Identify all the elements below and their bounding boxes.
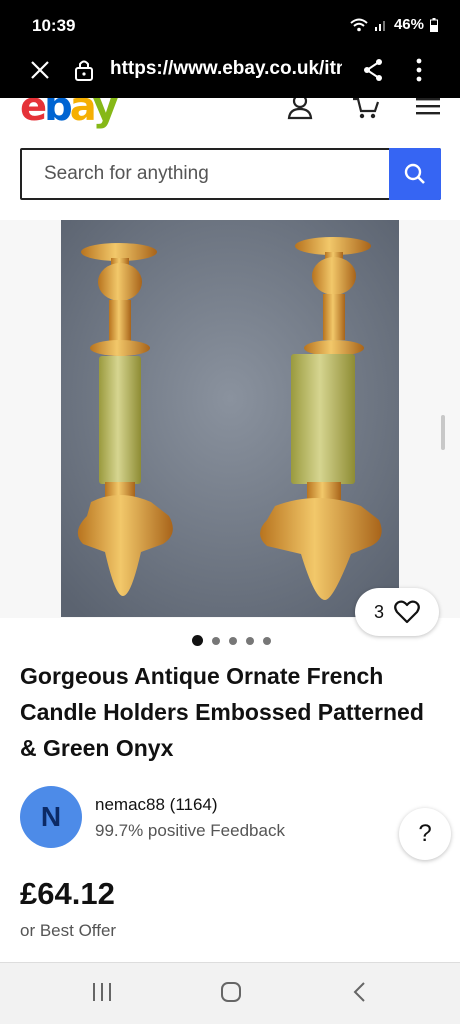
battery-icon: [430, 17, 438, 32]
listing-title: Gorgeous Antique Ornate French Candle Ho…: [20, 663, 424, 761]
battery-percent: 46%: [393, 16, 424, 33]
status-bar: 10:39 46%: [0, 0, 460, 50]
share-icon[interactable]: [362, 58, 384, 82]
menu-icon[interactable]: [416, 98, 440, 120]
search-button[interactable]: [389, 148, 441, 200]
search-bar: [20, 148, 441, 200]
help-button[interactable]: ?: [399, 808, 451, 860]
item-price: £64.12: [20, 876, 115, 911]
gallery-dot[interactable]: [245, 637, 254, 645]
seller-feedback[interactable]: 99.7% positive Feedback: [95, 821, 285, 841]
recent-apps-icon[interactable]: [90, 981, 114, 1003]
product-photo[interactable]: [61, 220, 399, 617]
url-text[interactable]: https://www.ebay.co.uk/itm: [110, 58, 342, 80]
gallery-dot[interactable]: [211, 637, 220, 645]
gallery-dot[interactable]: [191, 635, 203, 646]
browser-top-bar: 10:39 46% https://www.ebay.co.uk/itm: [0, 0, 460, 98]
account-icon[interactable]: [286, 98, 314, 120]
home-icon[interactable]: [219, 981, 243, 1003]
more-options-icon[interactable]: [410, 56, 428, 84]
watch-count: 3: [373, 601, 384, 622]
signal-icon: [374, 20, 385, 31]
url-bar: https://www.ebay.co.uk/itm: [0, 50, 460, 98]
image-gallery[interactable]: [0, 220, 460, 618]
lock-icon[interactable]: [74, 58, 94, 82]
ebay-logo[interactable]: ebay: [20, 98, 119, 130]
gallery-dot[interactable]: [262, 637, 271, 645]
heart-icon: [394, 600, 420, 624]
gallery-dot[interactable]: [228, 637, 237, 645]
system-nav-bar: [0, 962, 460, 1024]
gallery-pagination: [0, 634, 460, 648]
status-icons: 46%: [350, 16, 438, 33]
site-header: ebay: [0, 98, 460, 138]
page-scrollbar[interactable]: [441, 415, 445, 450]
watch-button[interactable]: 3: [355, 588, 439, 636]
wifi-icon: [350, 18, 368, 31]
search-input[interactable]: [22, 150, 390, 198]
seller-avatar[interactable]: N: [20, 786, 82, 848]
close-icon[interactable]: [28, 58, 52, 82]
status-time: 10:39: [32, 16, 76, 35]
seller-name[interactable]: nemac88 (1164): [95, 795, 218, 815]
search-icon: [404, 163, 425, 184]
back-icon[interactable]: [350, 981, 370, 1003]
cart-icon[interactable]: [352, 98, 380, 120]
best-offer-label: or Best Offer: [20, 921, 117, 940]
